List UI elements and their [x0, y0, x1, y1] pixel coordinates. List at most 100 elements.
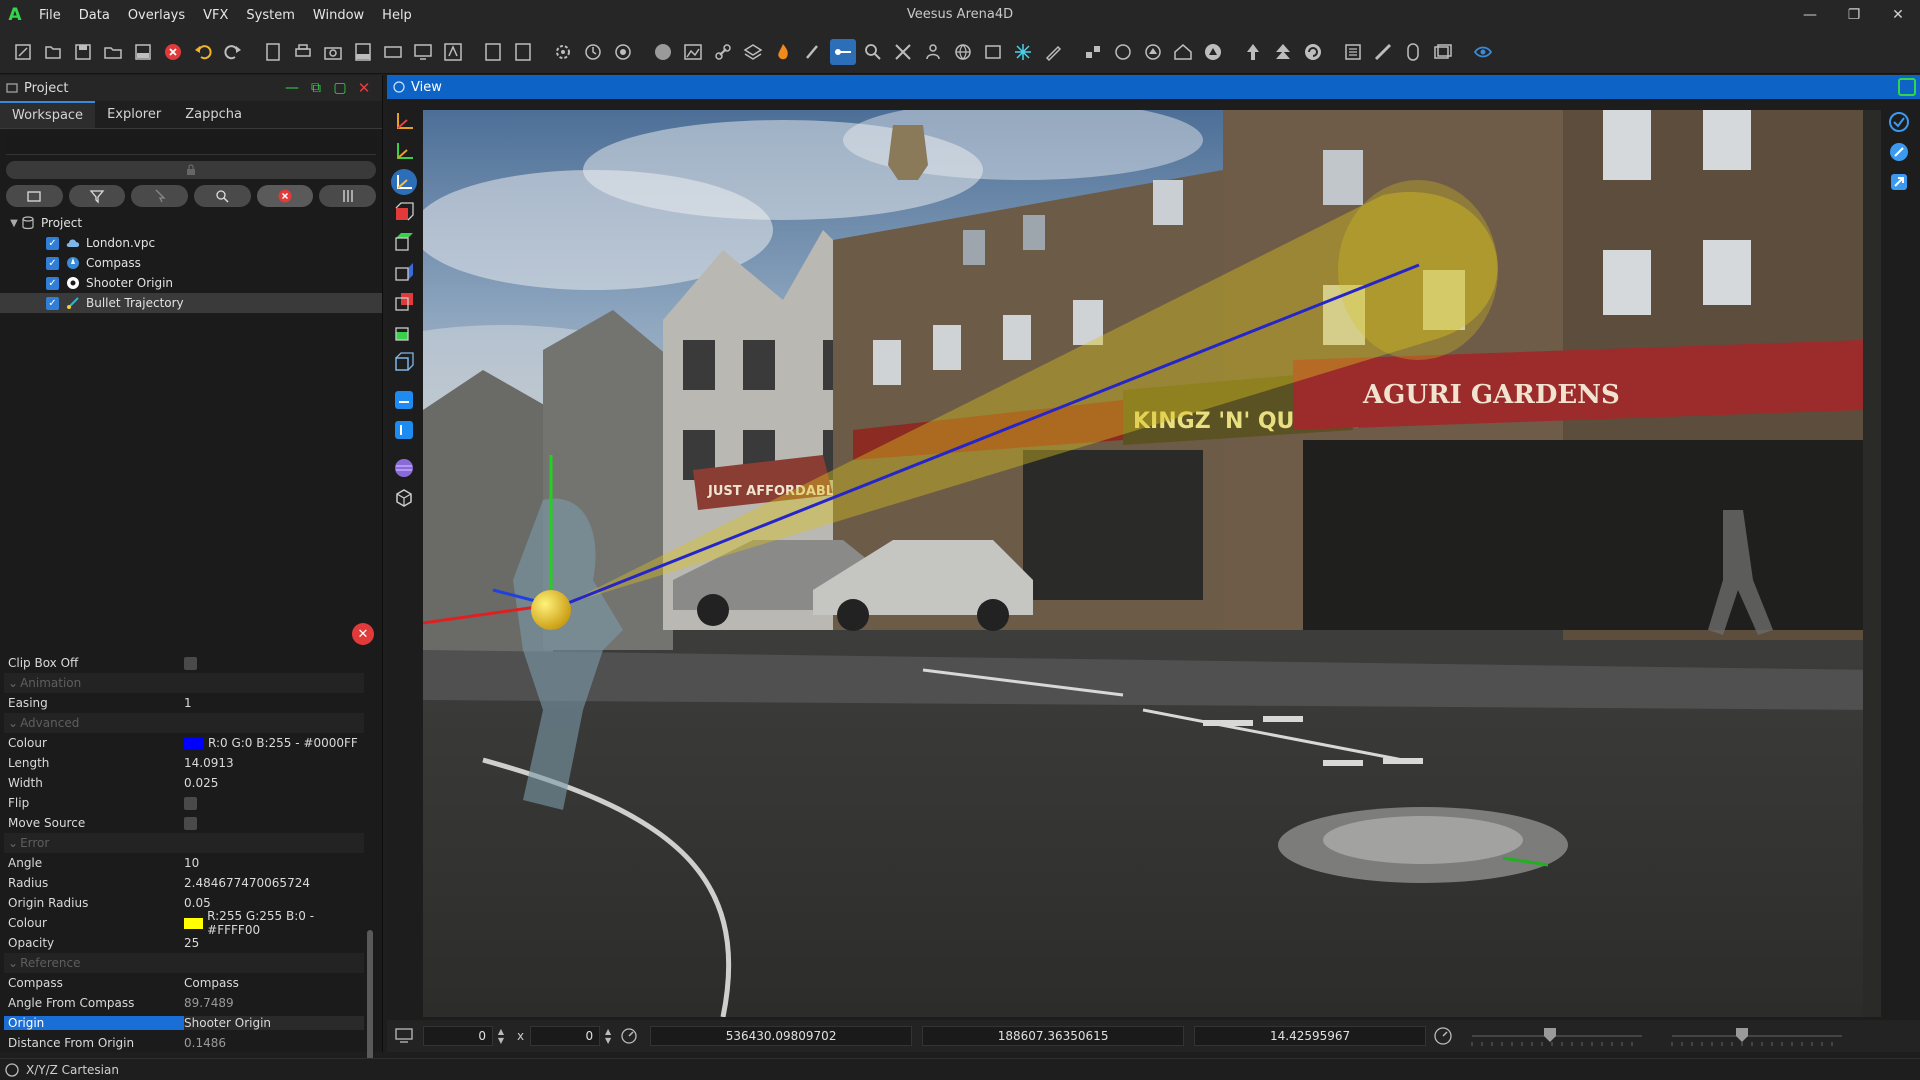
- prop-value-radius[interactable]: 2.484677470065724: [184, 876, 364, 890]
- tree-checkbox[interactable]: ✓: [46, 256, 59, 270]
- tree-filter-input[interactable]: [6, 135, 376, 155]
- lock-bar[interactable]: [6, 161, 376, 179]
- plan-view-button[interactable]: [391, 387, 417, 413]
- prop-value-flip[interactable]: [184, 796, 364, 810]
- prop-value-clip-box-off[interactable]: [184, 656, 364, 670]
- sphere-view-button[interactable]: [391, 455, 417, 481]
- screen-size-icon[interactable]: [393, 1025, 415, 1047]
- prop-row-angle-from-compass[interactable]: Angle From Compass 89.7489: [4, 993, 364, 1013]
- print-button[interactable]: [290, 39, 316, 65]
- panel-close-button[interactable]: ✕: [352, 77, 376, 99]
- prop-value-width[interactable]: 0.025: [184, 776, 364, 790]
- cube-front-button[interactable]: [391, 199, 417, 225]
- prop-row-move-source[interactable]: Move Source: [4, 813, 364, 833]
- menu-file[interactable]: File: [30, 8, 70, 23]
- menu-data[interactable]: Data: [70, 8, 119, 23]
- cube-side-button[interactable]: [391, 259, 417, 285]
- menu-window[interactable]: Window: [304, 8, 373, 23]
- collapse-arrow-icon[interactable]: ⌄: [8, 676, 18, 690]
- pen-button[interactable]: [1040, 39, 1066, 65]
- axis-xy-button[interactable]: [391, 109, 417, 135]
- close-window-button[interactable]: ✕: [1876, 0, 1920, 30]
- tree-delete-button[interactable]: [256, 185, 314, 207]
- prop-row-distance-from-origin[interactable]: Distance From Origin 0.1486: [4, 1033, 364, 1053]
- prop-section-error[interactable]: ⌄ Error: [4, 833, 364, 853]
- text-button[interactable]: [440, 39, 466, 65]
- menu-help[interactable]: Help: [373, 8, 421, 23]
- undo-button[interactable]: [190, 39, 216, 65]
- prop-value-move-source[interactable]: [184, 816, 364, 830]
- sphere-button[interactable]: [650, 39, 676, 65]
- tree-pointer-button[interactable]: [131, 185, 189, 207]
- minimize-button[interactable]: —: [1788, 0, 1832, 30]
- menu-system[interactable]: System: [237, 8, 303, 23]
- panel-maximize-button[interactable]: ▢: [328, 77, 352, 99]
- view-check-button[interactable]: [1886, 109, 1912, 135]
- tree-item-london-vpc[interactable]: ✓ London.vpc: [0, 233, 382, 253]
- globe-button[interactable]: [950, 39, 976, 65]
- cube-back-button[interactable]: [391, 289, 417, 315]
- prop-value-easing[interactable]: 1: [184, 696, 364, 710]
- prop-section-advanced[interactable]: ⌄ Advanced: [4, 713, 364, 733]
- prop-row-radius[interactable]: Radius 2.484677470065724: [4, 873, 364, 893]
- prop-value-angle[interactable]: 10: [184, 856, 364, 870]
- clock-button[interactable]: [580, 39, 606, 65]
- prop-checkbox[interactable]: [184, 656, 197, 670]
- box-button[interactable]: [980, 39, 1006, 65]
- house-button[interactable]: [1170, 39, 1196, 65]
- width-input[interactable]: 0: [423, 1026, 493, 1046]
- list-button[interactable]: [1340, 39, 1366, 65]
- document-button[interactable]: [260, 39, 286, 65]
- menu-overlays[interactable]: Overlays: [119, 8, 194, 23]
- restore-button[interactable]: ❐: [1832, 0, 1876, 30]
- ruler-button[interactable]: [1370, 39, 1396, 65]
- tree-item-project[interactable]: ▼ Project: [0, 213, 382, 233]
- folder-button[interactable]: [100, 39, 126, 65]
- export-pdf-button[interactable]: [350, 39, 376, 65]
- axis-yz-button[interactable]: [391, 169, 417, 195]
- view-menu-icon[interactable]: [393, 81, 405, 93]
- prop-value-compass[interactable]: Compass: [184, 976, 364, 990]
- section-view-button[interactable]: [391, 417, 417, 443]
- video-button[interactable]: [380, 39, 406, 65]
- prop-value-colour[interactable]: R:255 G:255 B:0 - #FFFF00: [184, 909, 364, 937]
- tab-workspace[interactable]: Workspace: [0, 101, 96, 128]
- 3d-viewport[interactable]: JUST AFFORDABLE KINGZ 'N' QUEENZ AGURI G…: [423, 110, 1881, 1017]
- target-button[interactable]: [610, 39, 636, 65]
- prop-section-animation[interactable]: ⌄ Animation: [4, 673, 364, 693]
- expand-arrow-icon[interactable]: ▼: [8, 218, 20, 229]
- prop-row-opacity[interactable]: Opacity 25: [4, 933, 364, 953]
- properties-close-button[interactable]: ✕: [352, 623, 374, 645]
- collapse-arrow-icon[interactable]: ⌄: [8, 836, 18, 850]
- tree-checkbox[interactable]: ✓: [46, 276, 59, 290]
- width-stepper[interactable]: ▲ ▼: [495, 1026, 507, 1046]
- prop-value-length[interactable]: 14.0913: [184, 756, 364, 770]
- tree-checkbox[interactable]: ✓: [46, 236, 59, 250]
- tab-zappcha[interactable]: Zappcha: [173, 101, 254, 128]
- view-edit-button[interactable]: [1886, 139, 1912, 165]
- timeline-sliders[interactable]: [1462, 1022, 1862, 1050]
- axis-xz-button[interactable]: [391, 139, 417, 165]
- triangle-button[interactable]: [1200, 39, 1226, 65]
- prop-value-distance-from-origin[interactable]: 0.1486: [184, 1036, 364, 1050]
- up-button[interactable]: [1140, 39, 1166, 65]
- alpha-button[interactable]: [1110, 39, 1136, 65]
- cube-top-button[interactable]: [391, 229, 417, 255]
- tree-checkbox[interactable]: ✓: [46, 296, 59, 310]
- tree-item-bullet-trajectory[interactable]: ✓ Bullet Trajectory: [0, 293, 382, 313]
- tree-zoom-button[interactable]: [194, 185, 251, 207]
- prop-checkbox[interactable]: [184, 796, 197, 810]
- coordinate-system-icon[interactable]: [4, 1062, 20, 1078]
- prop-value-origin[interactable]: Shooter Origin: [184, 1016, 364, 1030]
- ppt-report-button[interactable]: [510, 39, 536, 65]
- arrow-up-button[interactable]: [1240, 39, 1266, 65]
- menu-vfx[interactable]: VFX: [194, 8, 237, 23]
- prop-value-origin-radius[interactable]: 0.05: [184, 896, 364, 910]
- tree-filter-button[interactable]: [68, 185, 126, 207]
- windows-button[interactable]: [1430, 39, 1456, 65]
- tools-button[interactable]: [890, 39, 916, 65]
- stop-button[interactable]: [160, 39, 186, 65]
- color-swatch[interactable]: [184, 737, 204, 749]
- tree-item-shooter-origin[interactable]: ✓ Shooter Origin: [0, 273, 382, 293]
- open-project-button[interactable]: [40, 39, 66, 65]
